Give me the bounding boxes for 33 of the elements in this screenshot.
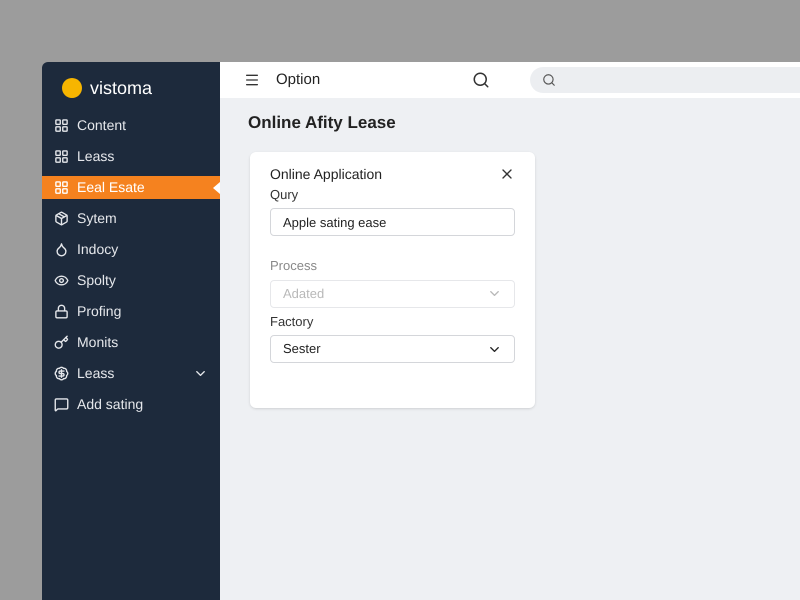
grid-icon [54, 118, 69, 133]
key-icon [54, 335, 69, 350]
sidebar-item[interactable]: Leass [42, 362, 220, 385]
sidebar-item[interactable]: Content [42, 114, 220, 137]
search-field[interactable] [530, 67, 800, 93]
sidebar-item[interactable]: Indocy [42, 238, 220, 261]
field-label: Factory [270, 312, 314, 331]
sidebar-item[interactable]: Monits [42, 331, 220, 354]
brand-name: vistoma [90, 76, 152, 100]
search-icon[interactable] [472, 71, 490, 89]
box-icon [54, 211, 69, 226]
select-field[interactable]: Sester [270, 335, 515, 363]
grid-icon [54, 180, 69, 195]
field-label: Qury [270, 186, 300, 204]
lock-icon [54, 304, 69, 319]
sidebar-item[interactable]: Profing [42, 300, 220, 323]
sidebar-item[interactable]: Spolty [42, 269, 220, 292]
header-title: Option [276, 70, 322, 90]
logo-icon [62, 78, 82, 98]
eye-icon [54, 273, 69, 288]
grid-icon [54, 149, 69, 164]
sidebar-item[interactable]: Leass [42, 145, 220, 168]
sidebar-item[interactable]: Sytem [42, 207, 220, 230]
field-label: Process [270, 257, 318, 275]
chat-icon [54, 397, 69, 412]
dollar-badge-icon [54, 366, 69, 381]
menu-icon[interactable] [244, 72, 260, 88]
input-field[interactable]: Apple sating ease [270, 208, 515, 236]
search-icon [542, 73, 556, 87]
drop-icon [54, 242, 69, 257]
page-title: Online Afity Lease [248, 112, 397, 134]
dialog-title: Online Application [270, 164, 382, 184]
sidebar-item[interactable]: Add sating [42, 393, 220, 416]
